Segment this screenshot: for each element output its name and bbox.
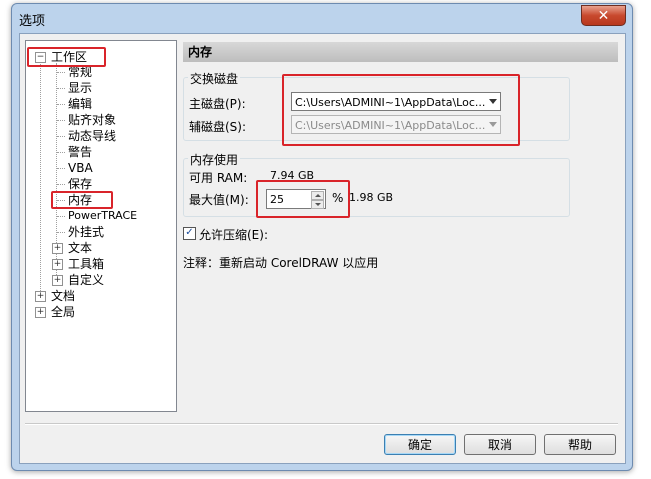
compress-label: 允许压缩(E): [199, 228, 268, 242]
ok-button[interactable]: 确定 [384, 434, 456, 455]
max-memory-size: 1.98 GB [349, 191, 394, 204]
tree-branch-line [57, 88, 65, 89]
primary-disk-label: 主磁盘(P): [189, 97, 246, 111]
tree-item-document[interactable]: 文档 [51, 288, 75, 304]
tree-branch-line [57, 120, 65, 121]
options-tree[interactable]: − 工作区 常规 显示 编辑 贴齐对象 动态导线 警告 VBA 保存 内存 Po… [25, 40, 177, 412]
tree-branch-line [57, 152, 65, 153]
tree-item-dynamic-guides[interactable]: 动态导线 [68, 128, 116, 144]
help-button[interactable]: 帮助 [544, 434, 616, 455]
highlight-box [256, 180, 350, 218]
memory-usage-group [183, 158, 570, 217]
close-icon: ✕ [597, 7, 610, 24]
dialog-title: 选项 [19, 14, 46, 29]
tree-branch-line [57, 136, 65, 137]
highlight-box [51, 191, 113, 209]
tree-branch-line [57, 216, 65, 217]
tree-branch-line [57, 168, 65, 169]
secondary-disk-label: 辅磁盘(S): [189, 120, 247, 134]
memory-usage-group-label: 内存使用 [188, 151, 241, 168]
highlight-box [282, 74, 520, 146]
tree-branch-line [57, 104, 65, 105]
tree-guide-line [40, 61, 41, 301]
available-ram-label: 可用 RAM: [189, 171, 248, 185]
page-title: 内存 [183, 42, 618, 62]
tree-item-snap[interactable]: 贴齐对象 [68, 112, 116, 128]
tree-branch-line [57, 184, 65, 185]
close-button[interactable]: ✕ [581, 5, 626, 26]
tree-item-warnings[interactable]: 警告 [68, 144, 92, 160]
tree-item-plugins[interactable]: 外挂式 [68, 224, 104, 240]
expand-toggle-icon[interactable]: + [35, 291, 46, 302]
expand-toggle-icon[interactable]: + [35, 307, 46, 318]
tree-item-vba[interactable]: VBA [68, 160, 93, 176]
tree-branch-line [57, 232, 65, 233]
tree-item-save[interactable]: 保存 [68, 176, 92, 192]
tree-item-display[interactable]: 显示 [68, 80, 92, 96]
swap-disk-group-label: 交换磁盘 [188, 70, 241, 87]
tree-item-text[interactable]: 文本 [68, 240, 92, 256]
tree-item-powertrace[interactable]: PowerTRACE [68, 208, 137, 224]
tree-branch-line [57, 72, 65, 73]
expand-toggle-icon[interactable]: + [52, 259, 63, 270]
tree-item-customize[interactable]: 自定义 [68, 272, 104, 288]
tree-item-toolbox[interactable]: 工具箱 [68, 256, 104, 272]
dialog-client-area: − 工作区 常规 显示 编辑 贴齐对象 动态导线 警告 VBA 保存 内存 Po… [19, 33, 626, 464]
options-dialog: 选项 ✕ − 工作区 常规 显示 编辑 贴齐对象 动态导线 警告 VBA 保存 … [11, 3, 633, 471]
cancel-button[interactable]: 取消 [464, 434, 536, 455]
max-memory-label: 最大值(M): [189, 193, 249, 207]
expand-toggle-icon[interactable]: + [52, 275, 63, 286]
expand-toggle-icon[interactable]: + [52, 243, 63, 254]
tree-item-edit[interactable]: 编辑 [68, 96, 92, 112]
compress-checkbox[interactable]: ✓ [183, 227, 196, 240]
restart-note: 注释：重新启动 CorelDRAW 以应用 [183, 256, 379, 270]
tree-item-global[interactable]: 全局 [51, 304, 75, 320]
highlight-box [27, 47, 106, 67]
divider [25, 423, 618, 425]
